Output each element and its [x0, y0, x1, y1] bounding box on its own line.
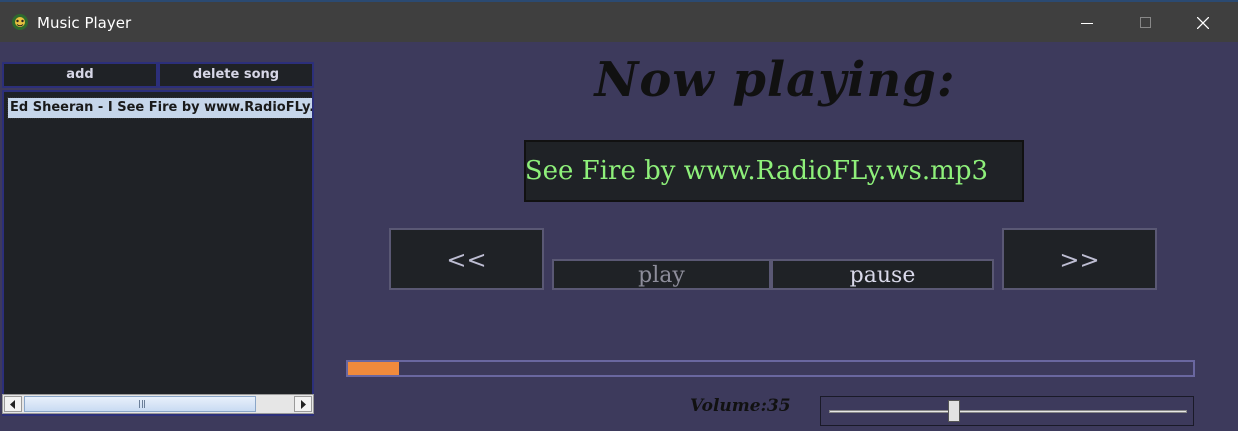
playlist-item[interactable]: Ed Sheeran - I See Fire by www.RadioFLy.… — [7, 97, 312, 119]
scrollbar-thumb[interactable] — [24, 396, 256, 412]
app-icon — [12, 14, 28, 30]
close-button[interactable] — [1174, 4, 1232, 42]
song-progress-bar[interactable] — [346, 360, 1195, 377]
playlist-horizontal-scrollbar[interactable] — [2, 394, 314, 414]
grip-icon — [139, 400, 145, 408]
volume-slider[interactable] — [820, 396, 1194, 426]
scroll-left-button[interactable] — [4, 396, 22, 412]
delete-song-button[interactable]: delete song — [158, 62, 314, 88]
volume-thumb[interactable] — [948, 400, 960, 422]
title-bar: Music Player — [0, 0, 1238, 42]
previous-button[interactable]: << — [389, 228, 544, 290]
minimize-icon — [1081, 23, 1093, 24]
volume-label: Volume:35 — [690, 396, 791, 416]
scroll-right-button[interactable] — [294, 396, 312, 412]
progress-fill — [348, 362, 399, 375]
playlist-box[interactable]: Ed Sheeran - I See Fire by www.RadioFLy.… — [2, 90, 314, 416]
arrow-right-icon — [301, 400, 306, 409]
window-title: Music Player — [37, 14, 132, 32]
music-player-app: add delete song Ed Sheeran - I See Fire … — [0, 42, 1238, 431]
next-button[interactable]: >> — [1002, 228, 1157, 290]
current-song-display: - I See Fire by www.RadioFLy.ws.mp3 — [524, 140, 1024, 202]
pause-button[interactable]: pause — [771, 259, 994, 290]
play-button[interactable]: play — [552, 259, 771, 290]
maximize-button[interactable] — [1116, 4, 1174, 42]
maximize-icon — [1140, 17, 1151, 28]
current-song-text: - I See Fire by www.RadioFLy.ws.mp3 — [524, 156, 988, 186]
arrow-left-icon — [10, 400, 15, 409]
add-button[interactable]: add — [2, 62, 158, 88]
close-icon — [1197, 17, 1209, 29]
volume-track — [829, 410, 1187, 413]
now-playing-heading: Now playing: — [594, 52, 956, 108]
minimize-button[interactable] — [1058, 4, 1116, 42]
